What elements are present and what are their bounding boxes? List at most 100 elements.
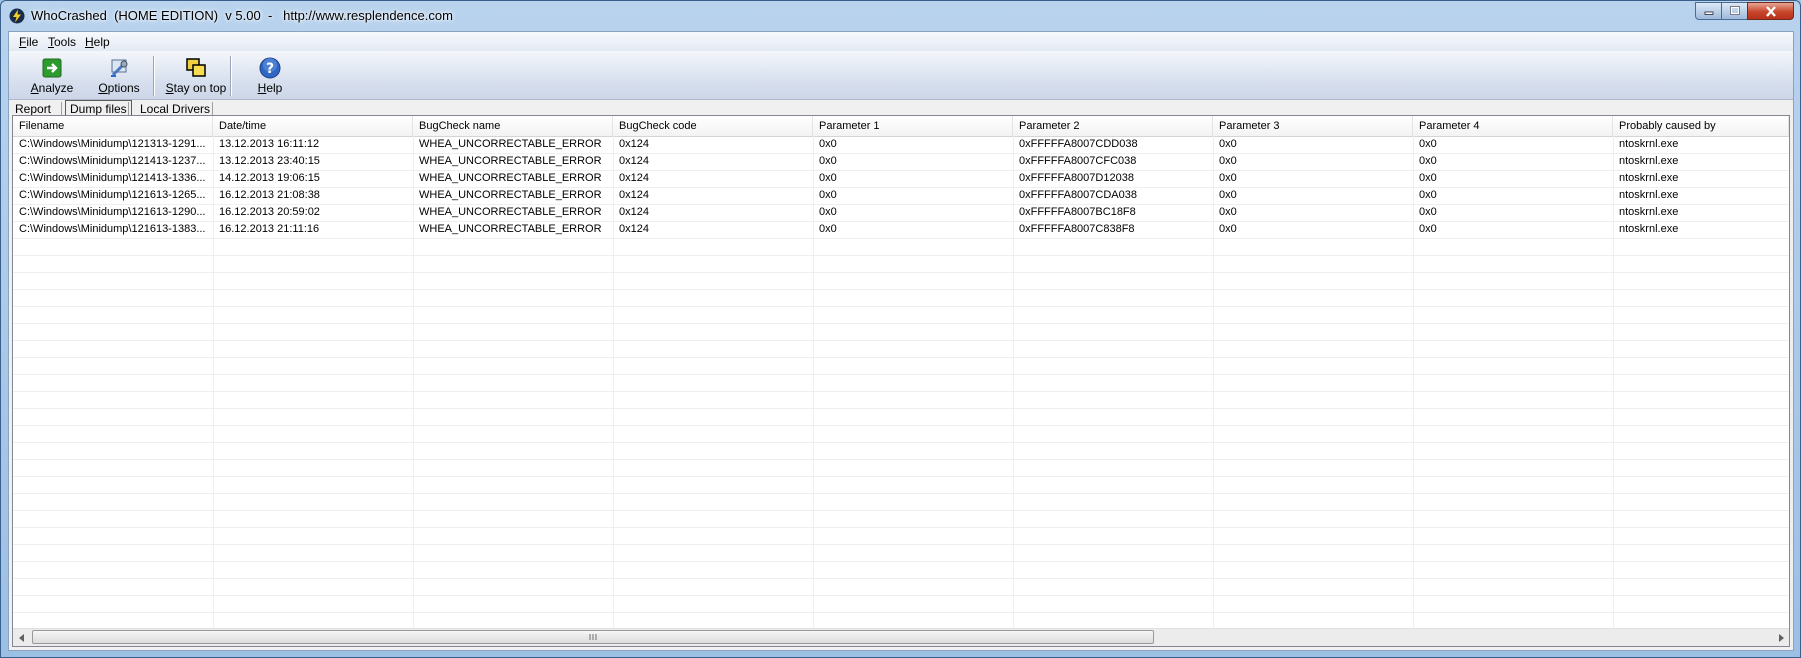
cell-parameter-4: 0x0: [1419, 206, 1437, 218]
column-header-parameter-1[interactable]: Parameter 1: [813, 116, 1013, 136]
empty-row: [13, 272, 1789, 290]
cell-bugcheck-code: 0x124: [619, 223, 649, 235]
column-header-filename[interactable]: Filename: [13, 116, 213, 136]
empty-row: [13, 340, 1789, 358]
cell-parameter-1: 0x0: [819, 223, 837, 235]
cell-probably-caused-by: ntoskrnl.exe: [1619, 189, 1679, 201]
empty-row: [13, 510, 1789, 528]
menu-file[interactable]: File: [19, 35, 38, 49]
analyze-button[interactable]: Analyze: [27, 53, 77, 97]
table-row[interactable]: C:\Windows\Minidump\121613-1383... 16.12.…: [13, 221, 1789, 239]
close-button[interactable]: [1747, 2, 1794, 20]
empty-row: [13, 357, 1789, 375]
cell-parameter-4: 0x0: [1419, 189, 1437, 201]
empty-row: [13, 493, 1789, 511]
table-row[interactable]: C:\Windows\Minidump\121313-1291... 13.12.…: [13, 136, 1789, 154]
options-button[interactable]: Options: [93, 53, 145, 97]
table-row[interactable]: C:\Windows\Minidump\121613-1265... 16.12.…: [13, 187, 1789, 205]
toolbar: Analyze Options Stay on top ? Help: [9, 51, 1793, 100]
title-bar[interactable]: WhoCrashed (HOME EDITION) v 5.00 - http:…: [1, 1, 1800, 31]
cell-parameter-3: 0x0: [1219, 206, 1237, 218]
cell-datetime: 16.12.2013 20:59:02: [219, 206, 320, 218]
stay-on-top-label: Stay on top: [165, 81, 227, 95]
cell-datetime: 16.12.2013 21:11:16: [219, 223, 320, 235]
cell-parameter-2: 0xFFFFFA8007D12038: [1019, 172, 1134, 184]
cell-datetime: 16.12.2013 21:08:38: [219, 189, 320, 201]
scroll-left-button[interactable]: [13, 629, 30, 646]
menu-bar: File Tools Help: [9, 32, 1793, 51]
analyze-label: Analyze: [30, 81, 74, 95]
empty-row: [13, 578, 1789, 596]
cell-bugcheck-name: WHEA_UNCORRECTABLE_ERROR: [419, 223, 602, 235]
menu-tools[interactable]: Tools: [48, 35, 76, 49]
cell-filename: C:\Windows\Minidump\121613-1383...: [19, 223, 206, 235]
window-title: WhoCrashed (HOME EDITION) v 5.00 - http:…: [31, 8, 453, 23]
help-label: Help: [257, 81, 283, 95]
empty-row: [13, 527, 1789, 545]
cell-parameter-3: 0x0: [1219, 172, 1237, 184]
column-header-parameter-2[interactable]: Parameter 2: [1013, 116, 1213, 136]
cell-bugcheck-name: WHEA_UNCORRECTABLE_ERROR: [419, 172, 602, 184]
horizontal-scrollbar[interactable]: [13, 628, 1789, 646]
cell-bugcheck-code: 0x124: [619, 189, 649, 201]
empty-row: [13, 459, 1789, 477]
caption-buttons: [1695, 2, 1794, 21]
cell-parameter-2: 0xFFFFFA8007CDA038: [1019, 189, 1137, 201]
scroll-thumb[interactable]: [32, 630, 1154, 644]
cell-bugcheck-name: WHEA_UNCORRECTABLE_ERROR: [419, 189, 602, 201]
cell-parameter-4: 0x0: [1419, 223, 1437, 235]
menu-help-accel: H: [85, 35, 94, 49]
cell-parameter-2: 0xFFFFFA8007CFC038: [1019, 155, 1137, 167]
cell-probably-caused-by: ntoskrnl.exe: [1619, 155, 1679, 167]
column-header-bugcheck-name[interactable]: BugCheck name: [413, 116, 613, 136]
table-row[interactable]: C:\Windows\Minidump\121413-1336... 14.12.…: [13, 170, 1789, 188]
help-button[interactable]: ? Help: [249, 53, 291, 97]
cell-parameter-2: 0xFFFFFA8007C838F8: [1019, 223, 1135, 235]
cell-parameter-2: 0xFFFFFA8007BC18F8: [1019, 206, 1136, 218]
help-question-icon: ?: [259, 57, 281, 79]
cell-bugcheck-name: WHEA_UNCORRECTABLE_ERROR: [419, 206, 602, 218]
scroll-right-button[interactable]: [1772, 629, 1789, 646]
empty-row: [13, 476, 1789, 494]
empty-row: [13, 289, 1789, 307]
menu-tools-label: ools: [54, 35, 77, 49]
cell-parameter-1: 0x0: [819, 138, 837, 150]
cell-bugcheck-code: 0x124: [619, 172, 649, 184]
cell-datetime: 13.12.2013 23:40:15: [219, 155, 320, 167]
cell-probably-caused-by: ntoskrnl.exe: [1619, 172, 1679, 184]
client-area: File Tools Help Analyze Options Stay on …: [8, 31, 1794, 651]
empty-row: [13, 408, 1789, 426]
minimize-button[interactable]: [1695, 2, 1722, 20]
list-header: Filename Date/time BugCheck name BugChec…: [13, 116, 1789, 137]
maximize-icon: [1729, 6, 1740, 15]
cell-parameter-3: 0x0: [1219, 155, 1237, 167]
cell-parameter-3: 0x0: [1219, 189, 1237, 201]
cell-bugcheck-code: 0x124: [619, 155, 649, 167]
column-header-probably-caused-by[interactable]: Probably caused by: [1613, 116, 1789, 136]
cell-parameter-3: 0x0: [1219, 138, 1237, 150]
maximize-button[interactable]: [1721, 2, 1748, 20]
cell-parameter-2: 0xFFFFFA8007CDD038: [1019, 138, 1138, 150]
column-header-parameter-3[interactable]: Parameter 3: [1213, 116, 1413, 136]
cell-filename: C:\Windows\Minidump\121613-1265...: [19, 189, 206, 201]
empty-row: [13, 238, 1789, 256]
column-header-datetime[interactable]: Date/time: [213, 116, 413, 136]
table-row[interactable]: C:\Windows\Minidump\121413-1237... 13.12.…: [13, 153, 1789, 171]
empty-row: [13, 306, 1789, 324]
stay-on-top-button[interactable]: Stay on top: [164, 53, 228, 97]
cell-filename: C:\Windows\Minidump\121413-1336...: [19, 172, 206, 184]
column-header-bugcheck-code[interactable]: BugCheck code: [613, 116, 813, 136]
options-tools-icon: [111, 59, 128, 77]
empty-row: [13, 442, 1789, 460]
empty-row: [13, 323, 1789, 341]
toolbar-separator: [230, 56, 232, 96]
table-row[interactable]: C:\Windows\Minidump\121613-1290... 16.12.…: [13, 204, 1789, 222]
cell-parameter-1: 0x0: [819, 206, 837, 218]
dump-files-list[interactable]: Filename Date/time BugCheck name BugChec…: [12, 115, 1790, 647]
cell-parameter-1: 0x0: [819, 189, 837, 201]
cell-bugcheck-name: WHEA_UNCORRECTABLE_ERROR: [419, 138, 602, 150]
menu-help[interactable]: Help: [85, 35, 110, 49]
column-header-parameter-4[interactable]: Parameter 4: [1413, 116, 1613, 136]
cell-filename: C:\Windows\Minidump\121313-1291...: [19, 138, 206, 150]
cell-parameter-1: 0x0: [819, 155, 837, 167]
